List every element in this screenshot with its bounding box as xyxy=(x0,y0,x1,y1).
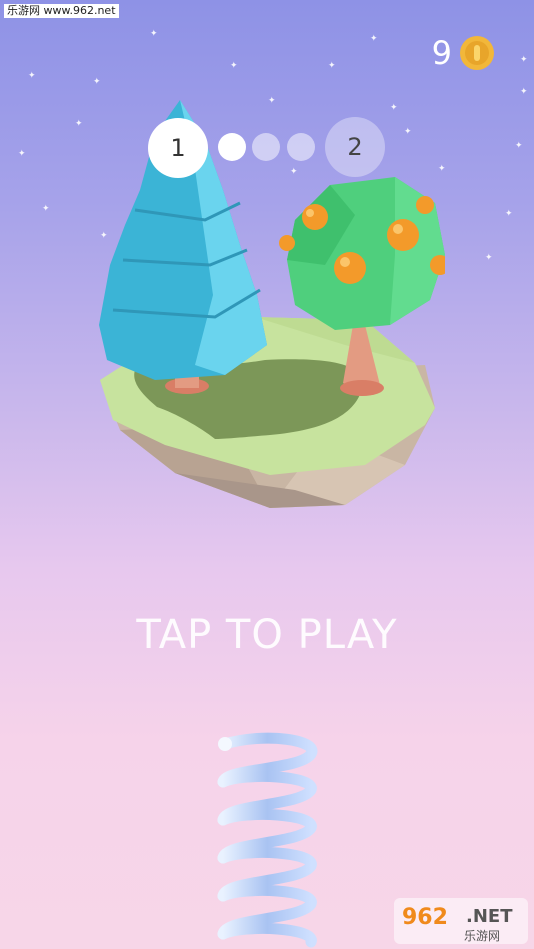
game-screen[interactable]: ✦ ✦ ✦ ✦ ✦ ✦ ✦ ✦ ✦ ✦ ✦ ✦ ✦ ✦ ✦ ✦ ✦ ✦ ✦ ✦ … xyxy=(0,0,534,949)
spring-player xyxy=(217,732,318,948)
star-icon: ✦ xyxy=(75,119,83,129)
site-watermark: 乐游网 www.962.net xyxy=(4,4,119,18)
current-level-badge: 1 xyxy=(148,118,208,178)
next-level-badge: 2 xyxy=(325,117,385,177)
star-icon: ✦ xyxy=(93,77,101,87)
progress-dot-complete xyxy=(218,133,246,161)
tap-to-play-prompt[interactable]: TAP TO PLAY xyxy=(0,612,534,658)
star-icon: ✦ xyxy=(485,253,493,263)
coin-icon xyxy=(460,36,494,70)
star-icon: ✦ xyxy=(520,87,528,97)
star-icon: ✦ xyxy=(515,141,523,151)
star-icon: ✦ xyxy=(370,34,378,44)
star-icon: ✦ xyxy=(18,149,26,159)
star-icon: ✦ xyxy=(328,61,336,71)
star-icon: ✦ xyxy=(520,55,528,65)
coin-count: 9 xyxy=(431,34,452,72)
svg-text:乐游网: 乐游网 xyxy=(464,929,500,943)
progress-dot xyxy=(252,133,280,161)
star-icon: ✦ xyxy=(505,209,513,219)
star-icon: ✦ xyxy=(230,61,238,71)
progress-dot xyxy=(287,133,315,161)
svg-text:.NET: .NET xyxy=(466,906,513,927)
star-icon: ✦ xyxy=(150,29,158,39)
site-logo-watermark: 962 .NET 乐游网 xyxy=(394,898,528,944)
star-icon: ✦ xyxy=(42,204,50,214)
svg-text:962: 962 xyxy=(402,905,448,930)
star-icon: ✦ xyxy=(28,71,36,81)
